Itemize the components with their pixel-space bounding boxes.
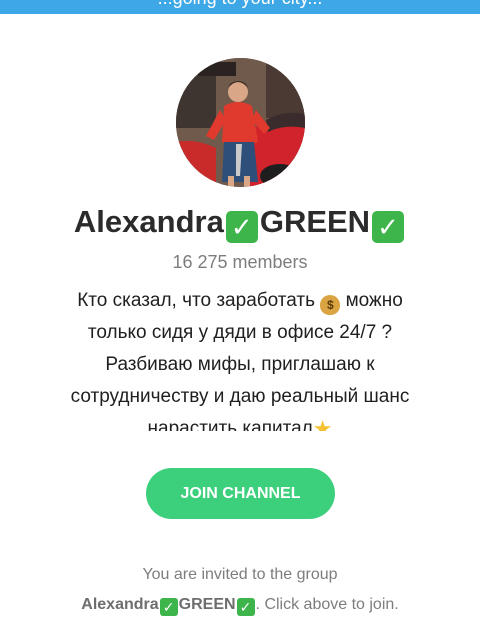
star-icon: ★ (312, 416, 333, 431)
check-mark-icon: ✓ (372, 211, 405, 243)
avatar-photo (176, 58, 305, 187)
invite-group-name-part1: Alexandra (81, 596, 159, 613)
description-line-5: нарастить капитал★ (45, 413, 435, 431)
channel-avatar (176, 58, 305, 187)
invite-line-1: You are invited to the group (142, 566, 338, 583)
description-line-3: Разбиваю мифы, приглашаю к (105, 354, 375, 375)
check-mark-icon: ✓ (236, 598, 255, 616)
check-mark-icon: ✓ (225, 211, 258, 243)
top-banner-text: ...going to your city... (0, 0, 480, 8)
channel-invite-page: ...going to your city... (0, 0, 480, 640)
money-bag-icon: $ (320, 295, 341, 315)
description-line-1-start: Кто сказал, что заработать (77, 290, 316, 311)
description-line-5-text: нарастить капитал (147, 418, 313, 431)
description-line-4: сотрудничеству и даю реальный шанс (70, 386, 410, 407)
top-banner: ...going to your city... (0, 0, 480, 14)
join-channel-button[interactable]: JOIN CHANNEL (146, 468, 335, 519)
description-line-1: Кто сказал, что заработать $ можно (45, 285, 435, 317)
check-mark-icon: ✓ (159, 598, 178, 616)
invite-line-2: Alexandra ✓ GREEN ✓. Click above to join. (0, 590, 480, 620)
invite-message: You are invited to the group Alexandra ✓ G… (0, 560, 480, 620)
channel-description: Кто сказал, что заработать $ можно тольк… (45, 285, 435, 431)
invite-group-name-part2: GREEN (178, 596, 236, 613)
channel-title: Alexandra ✓ GREEN ✓ (0, 203, 480, 243)
members-count: 16 275 members (172, 252, 308, 272)
channel-title-name-part1: Alexandra (73, 204, 224, 239)
channel-title-name-part2: GREEN (259, 204, 371, 239)
description-line-2: только сидя у дяди в офисе 24/7 ? (87, 322, 393, 343)
invite-suffix: . Click above to join. (255, 596, 399, 613)
description-line-1-end: можно (345, 290, 403, 311)
